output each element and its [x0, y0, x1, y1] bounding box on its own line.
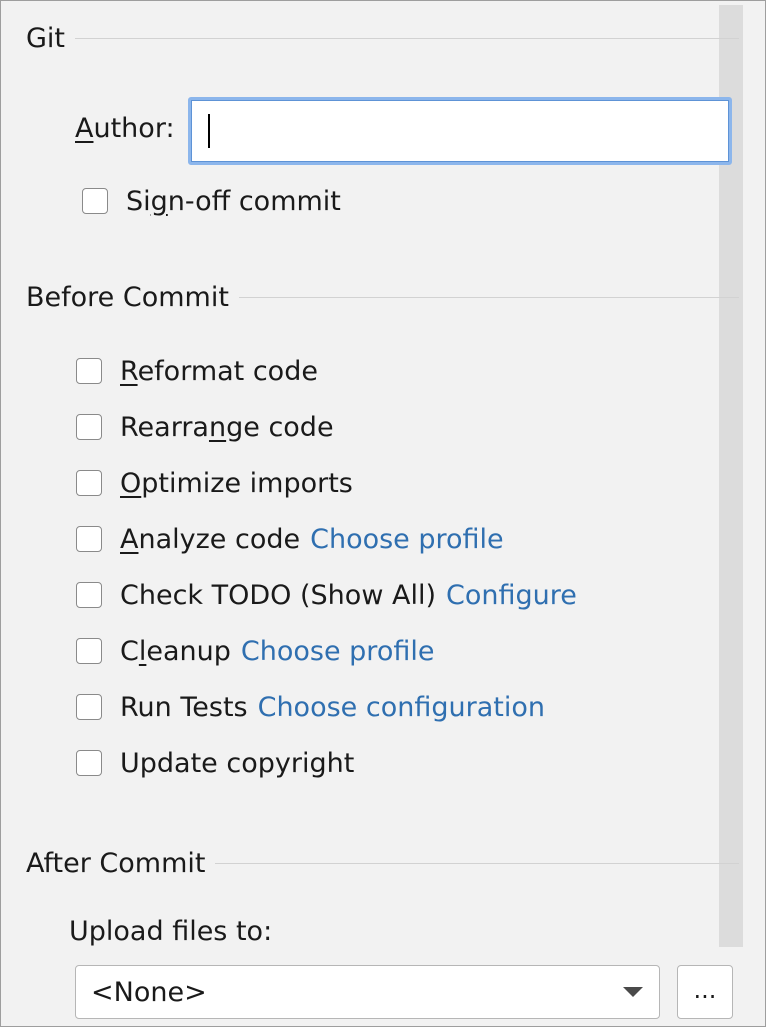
upload-files-label: Upload files to: [69, 916, 273, 947]
check-todo-option[interactable]: Check TODO (Show All) Configure [76, 578, 577, 612]
run-tests-choose-configuration-link[interactable]: Choose configuration [258, 692, 545, 723]
check-todo-label: Check TODO (Show All) [120, 579, 436, 611]
author-label: Author: [75, 113, 175, 144]
optimize-imports-option[interactable]: Optimize imports [76, 466, 353, 500]
section-divider [238, 296, 739, 298]
section-title-after-commit: After Commit [26, 846, 739, 880]
section-title-git: Git [26, 21, 739, 55]
after-commit-section-label: After Commit [26, 847, 206, 879]
check-todo-checkbox[interactable] [76, 582, 102, 608]
optimize-imports-checkbox[interactable] [76, 470, 102, 496]
section-divider [75, 37, 739, 39]
todo-configure-link[interactable]: Configure [446, 580, 577, 611]
chevron-down-icon [623, 987, 643, 997]
rearrange-code-label: Rearrange code [120, 411, 334, 443]
reformat-code-checkbox[interactable] [76, 358, 102, 384]
cleanup-label: Cleanup [120, 635, 231, 667]
section-title-before-commit: Before Commit [26, 280, 739, 314]
reformat-code-option[interactable]: Reformat code [76, 354, 318, 388]
analyze-code-label: Analyze code [120, 523, 301, 555]
section-divider [215, 862, 739, 864]
run-tests-checkbox[interactable] [76, 694, 102, 720]
commit-options-panel: Git Author: Sign-off commit Before Commi… [0, 0, 766, 1027]
update-copyright-option[interactable]: Update copyright [76, 746, 354, 780]
run-tests-option[interactable]: Run Tests Choose configuration [76, 690, 545, 724]
before-commit-section-label: Before Commit [26, 281, 229, 313]
author-label-rest: uthor: [93, 113, 175, 144]
browse-servers-button[interactable]: ... [677, 965, 733, 1019]
upload-target-selected: <None> [91, 976, 207, 1008]
signoff-checkbox[interactable] [82, 188, 108, 214]
cleanup-choose-profile-link[interactable]: Choose profile [241, 636, 435, 667]
rearrange-code-option[interactable]: Rearrange code [76, 410, 334, 444]
analyze-code-checkbox[interactable] [76, 526, 102, 552]
update-copyright-label: Update copyright [120, 747, 355, 779]
upload-target-dropdown[interactable]: <None> [75, 965, 660, 1019]
run-tests-label: Run Tests [120, 691, 248, 723]
author-input[interactable] [188, 97, 732, 165]
text-caret [208, 114, 210, 148]
analyze-code-option[interactable]: Analyze code Choose profile [76, 522, 504, 556]
signoff-label: Sign-off commit [126, 185, 341, 217]
rearrange-code-checkbox[interactable] [76, 414, 102, 440]
signoff-commit-option[interactable]: Sign-off commit [82, 184, 341, 218]
git-section-label: Git [26, 22, 66, 54]
update-copyright-checkbox[interactable] [76, 750, 102, 776]
cleanup-checkbox[interactable] [76, 638, 102, 664]
cleanup-option[interactable]: Cleanup Choose profile [76, 634, 434, 668]
reformat-code-label: Reformat code [120, 355, 318, 387]
analyze-choose-profile-link[interactable]: Choose profile [310, 524, 504, 555]
optimize-imports-label: Optimize imports [120, 467, 353, 499]
author-label-mnemonic: A [75, 113, 94, 144]
